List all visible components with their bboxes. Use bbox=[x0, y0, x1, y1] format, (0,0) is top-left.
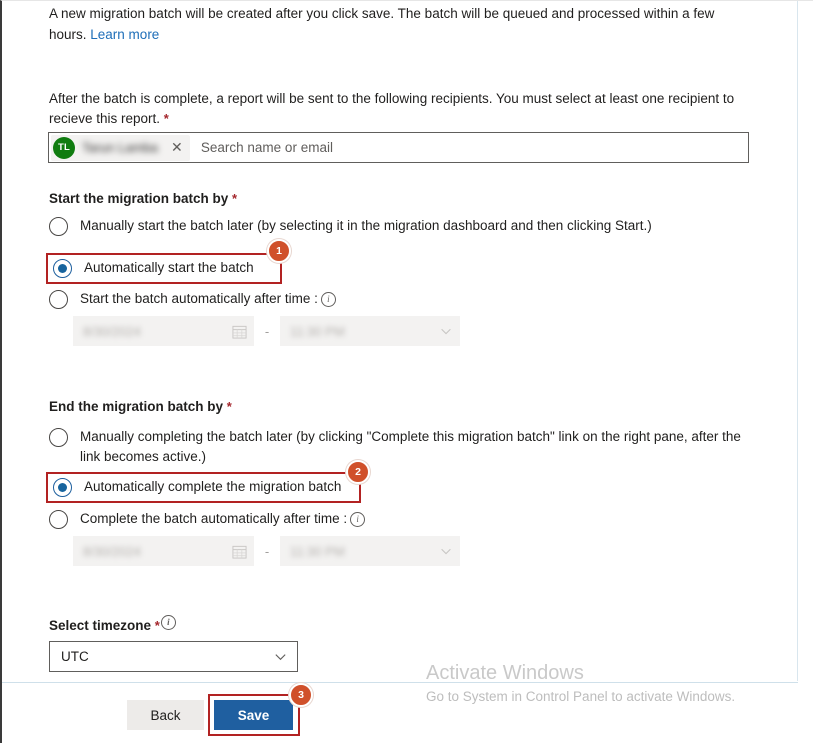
recipient-name: Tarun Lamba bbox=[82, 140, 158, 155]
start-datetime-row: 8/30/2024 - 11:30 PM bbox=[73, 316, 460, 346]
start-time-value: 11:30 PM bbox=[290, 323, 345, 339]
start-section-heading: Start the migration batch by * bbox=[49, 191, 237, 206]
end-section-heading-text: End the migration batch by bbox=[49, 399, 227, 414]
radio-start-after-time[interactable]: Start the batch automatically after time… bbox=[49, 289, 379, 309]
recipients-people-picker[interactable]: TL Tarun Lamba ✕ bbox=[48, 132, 749, 163]
end-section-heading: End the migration batch by * bbox=[49, 399, 232, 414]
footer-divider bbox=[2, 682, 798, 683]
avatar: TL bbox=[53, 136, 75, 159]
timezone-selected-value: UTC bbox=[61, 649, 89, 664]
end-datetime-row: 8/30/2024 - 11:30 PM bbox=[73, 536, 460, 566]
radio-icon-unchecked[interactable] bbox=[49, 290, 68, 309]
radio-start-automatic[interactable]: Automatically start the batch bbox=[53, 258, 293, 278]
radio-start-automatic-label[interactable]: Automatically start the batch bbox=[84, 258, 254, 278]
radio-end-automatic-label[interactable]: Automatically complete the migration bat… bbox=[84, 477, 341, 497]
calendar-icon bbox=[232, 544, 247, 559]
start-section-heading-text: Start the migration batch by bbox=[49, 191, 233, 206]
radio-end-manual[interactable]: Manually completing the batch later (by … bbox=[49, 427, 749, 467]
chevron-down-icon bbox=[439, 544, 453, 558]
radio-end-automatic[interactable]: Automatically complete the migration bat… bbox=[53, 477, 373, 497]
migration-batch-wizard-page: A new migration batch will be created af… bbox=[0, 0, 813, 743]
end-date-value: 8/30/2024 bbox=[83, 543, 141, 559]
chevron-down-icon bbox=[273, 649, 288, 664]
back-button[interactable]: Back bbox=[127, 700, 204, 730]
radio-start-after-time-text: Start the batch automatically after time… bbox=[80, 291, 318, 306]
save-button[interactable]: Save bbox=[214, 700, 293, 730]
info-icon[interactable]: i bbox=[350, 512, 366, 527]
radio-start-manual[interactable]: Manually start the batch later (by selec… bbox=[49, 216, 729, 236]
end-time-value: 11:30 PM bbox=[290, 543, 345, 559]
pane-right-border bbox=[797, 1, 798, 681]
radio-end-after-time-label[interactable]: Complete the batch automatically after t… bbox=[80, 509, 366, 529]
intro-paragraph: A new migration batch will be created af… bbox=[49, 3, 746, 45]
annotation-badge-3: 3 bbox=[289, 683, 313, 707]
radio-end-manual-label[interactable]: Manually completing the batch later (by … bbox=[80, 427, 749, 467]
datetime-separator: - bbox=[264, 543, 270, 559]
radio-icon-checked[interactable] bbox=[53, 259, 72, 278]
calendar-icon bbox=[232, 324, 247, 339]
radio-start-manual-label[interactable]: Manually start the batch later (by selec… bbox=[80, 216, 652, 236]
recipients-description: After the batch is complete, a report wi… bbox=[49, 89, 739, 129]
end-time-field[interactable]: 11:30 PM bbox=[280, 536, 460, 566]
annotation-badge-2: 2 bbox=[346, 460, 370, 484]
annotation-badge-1: 1 bbox=[267, 239, 291, 263]
info-icon[interactable]: i bbox=[160, 615, 176, 630]
end-date-field[interactable]: 8/30/2024 bbox=[73, 536, 254, 566]
required-asterisk: * bbox=[163, 111, 169, 126]
watermark-subtitle: Go to System in Control Panel to activat… bbox=[426, 689, 736, 704]
radio-icon-unchecked[interactable] bbox=[49, 428, 68, 447]
radio-icon-unchecked[interactable] bbox=[49, 510, 68, 529]
radio-icon-checked[interactable] bbox=[53, 478, 72, 497]
search-input[interactable] bbox=[198, 133, 746, 162]
radio-start-after-time-label[interactable]: Start the batch automatically after time… bbox=[80, 289, 336, 309]
recipient-chip[interactable]: TL Tarun Lamba ✕ bbox=[51, 134, 190, 161]
timezone-label: Select timezone * i bbox=[49, 615, 176, 635]
radio-end-after-time-text: Complete the batch automatically after t… bbox=[80, 511, 348, 526]
required-asterisk: * bbox=[154, 618, 160, 633]
chevron-down-icon bbox=[439, 324, 453, 338]
form-content: A new migration batch will be created af… bbox=[2, 1, 798, 743]
start-date-value: 8/30/2024 bbox=[83, 323, 141, 339]
radio-end-after-time[interactable]: Complete the batch automatically after t… bbox=[49, 509, 399, 529]
activate-windows-watermark: Activate Windows Go to System in Control… bbox=[426, 660, 786, 707]
required-asterisk: * bbox=[226, 399, 232, 414]
required-asterisk: * bbox=[232, 191, 238, 206]
start-date-field[interactable]: 8/30/2024 bbox=[73, 316, 254, 346]
datetime-separator: - bbox=[264, 323, 270, 339]
learn-more-link[interactable]: Learn more bbox=[90, 27, 159, 42]
timezone-dropdown[interactable]: UTC bbox=[49, 641, 298, 672]
radio-icon-unchecked[interactable] bbox=[49, 217, 68, 236]
recipients-description-text: After the batch is complete, a report wi… bbox=[49, 91, 735, 126]
info-icon[interactable]: i bbox=[320, 292, 336, 307]
remove-recipient-icon[interactable]: ✕ bbox=[166, 137, 188, 159]
timezone-label-text: Select timezone bbox=[49, 618, 155, 633]
start-time-field[interactable]: 11:30 PM bbox=[280, 316, 460, 346]
